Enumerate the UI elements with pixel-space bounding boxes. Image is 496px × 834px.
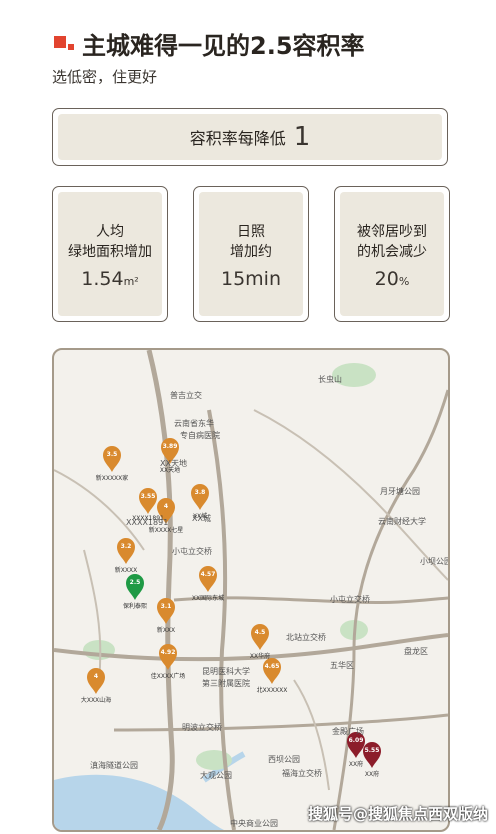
map-label: 云南省东华	[174, 419, 214, 428]
map-label: 福海立交桥	[282, 769, 322, 778]
map-pin-label: 佳XXXX广场	[150, 673, 186, 680]
map-pin-value: 4.5	[254, 629, 266, 636]
map-label: 第三附属医院	[202, 679, 250, 688]
stat-unit: %	[398, 275, 410, 288]
brand-logo-icon	[54, 36, 74, 50]
stat-number: 20	[374, 268, 399, 290]
page-subtitle: 选低密，住更好	[52, 68, 158, 86]
map-pin-value: 4.57	[200, 571, 216, 578]
map-pin-label: 北XXXXXX	[256, 687, 288, 694]
map-label: 滇海隧道公园	[90, 761, 138, 770]
map-pin-label: 新XXXXX家	[95, 475, 129, 482]
stat-label-line2: 绿地面积增加	[68, 244, 152, 260]
map-pin[interactable]	[126, 574, 144, 600]
map-pin-value: 3.55	[140, 493, 156, 500]
stat-label-line1: 人均	[96, 224, 124, 240]
map-label: 小屯立交桥	[172, 547, 212, 556]
map-pin-value: 3.8	[194, 489, 206, 496]
map-label: 昆明医科大学	[202, 667, 250, 676]
map-pin[interactable]	[139, 488, 157, 514]
map-label: 中央商业公园	[230, 819, 278, 828]
map-pin[interactable]	[87, 667, 105, 694]
map-label: 月牙塘公园	[380, 487, 420, 496]
map-pin-label: XX国际东城	[191, 595, 225, 602]
road	[54, 469, 145, 551]
map-pin-value: 4.65	[264, 663, 280, 670]
map-pin[interactable]	[159, 644, 177, 670]
map-label: 小坝公园	[420, 557, 450, 566]
map-pin[interactable]	[157, 598, 175, 624]
map-pin-label: 新XXXX七星	[148, 527, 184, 534]
map-label: 盘龙区	[404, 647, 428, 656]
map-pin[interactable]	[263, 658, 281, 684]
map-label: 西坝公园	[268, 755, 300, 764]
map-pin[interactable]	[103, 446, 121, 472]
map-canvas	[54, 350, 448, 830]
stat-value: 1.54m²	[58, 268, 162, 290]
far-banner: 容积率每降低 1	[52, 108, 448, 166]
map-pin-value: 3.89	[162, 443, 178, 450]
map-label: 五华区	[330, 661, 354, 670]
watermark: 搜狐号@搜狐焦点西双版纳	[307, 805, 488, 823]
road	[146, 350, 175, 830]
page-title: 主城难得一见的2.5容积率	[82, 32, 365, 60]
map-pin-label: XX城	[192, 513, 208, 520]
map-label: 明波立交桥	[182, 723, 222, 732]
map-pin-label: 大XXX山海	[80, 697, 112, 704]
stat-value: 15min	[199, 268, 303, 290]
map-label: 大观公园	[200, 771, 232, 780]
map-pin[interactable]	[199, 566, 217, 592]
map-pin-label: 新XXX	[156, 627, 176, 634]
map-pin-value: 3.2	[120, 543, 132, 550]
map-label: 小屯立交桥	[330, 595, 370, 604]
map-pin-value: 3.5	[106, 451, 118, 458]
stat-label-line1: 日照	[237, 224, 265, 240]
stat-number: 1.54	[81, 268, 124, 290]
map-pin[interactable]	[117, 538, 135, 564]
stat-value: 20%	[340, 268, 444, 290]
map-panel[interactable]: 长虫山 普吉立交 云南省东华 专自病医院 XX天地 XX城 XXXX1891 小…	[52, 348, 450, 832]
map-pin-value: 6.09	[348, 737, 364, 744]
stat-number: 15min	[220, 268, 281, 290]
map-pin[interactable]	[191, 484, 209, 510]
lake-water	[54, 774, 224, 830]
stat-label-line2: 增加约	[230, 244, 272, 260]
map-label: 云南财经大学	[378, 517, 426, 526]
map-pin-value: 5.55	[364, 747, 380, 754]
road	[113, 713, 448, 732]
map-pin-label: XX华府	[249, 653, 271, 660]
map-pin[interactable]	[363, 742, 381, 768]
map-label: 金殿广场	[332, 727, 364, 736]
map-pin-label: XXXX1891	[132, 515, 164, 522]
stat-card-green-area: 人均 绿地面积增加 1.54m²	[52, 186, 168, 322]
map-pin-value: 4	[93, 673, 99, 680]
map-pin-label: 保利泰熙	[122, 603, 148, 610]
map-pin-label: XX府	[348, 761, 364, 768]
stat-label-line1: 被邻居吵到	[357, 224, 427, 240]
stat-card-sunlight: 日照 增加约 15min	[193, 186, 309, 322]
road	[83, 549, 102, 681]
map-pin-label: 新XXXX	[114, 567, 138, 574]
map-label: 专自病医院	[180, 431, 220, 440]
map-pin-value: 4.92	[160, 649, 176, 656]
map-pin-value: 4	[163, 503, 169, 510]
map-pin-value: 3.1	[160, 603, 172, 610]
map-pin-label: XX天地	[159, 467, 181, 474]
map-pin[interactable]	[251, 624, 269, 650]
banner-number: 1	[293, 122, 311, 152]
map-label: 普吉立交	[170, 391, 202, 400]
map-label: 北站立交桥	[286, 633, 326, 642]
stat-label-line2: 的机会减少	[357, 244, 427, 260]
banner-text: 容积率每降低	[189, 129, 286, 148]
map-label: 长虫山	[318, 375, 342, 384]
map-pin-label: XX府	[364, 771, 380, 778]
stat-card-noise: 被邻居吵到 的机会减少 20%	[334, 186, 450, 322]
map-pin-value: 2.5	[129, 579, 141, 586]
stat-unit: m²	[123, 275, 139, 288]
